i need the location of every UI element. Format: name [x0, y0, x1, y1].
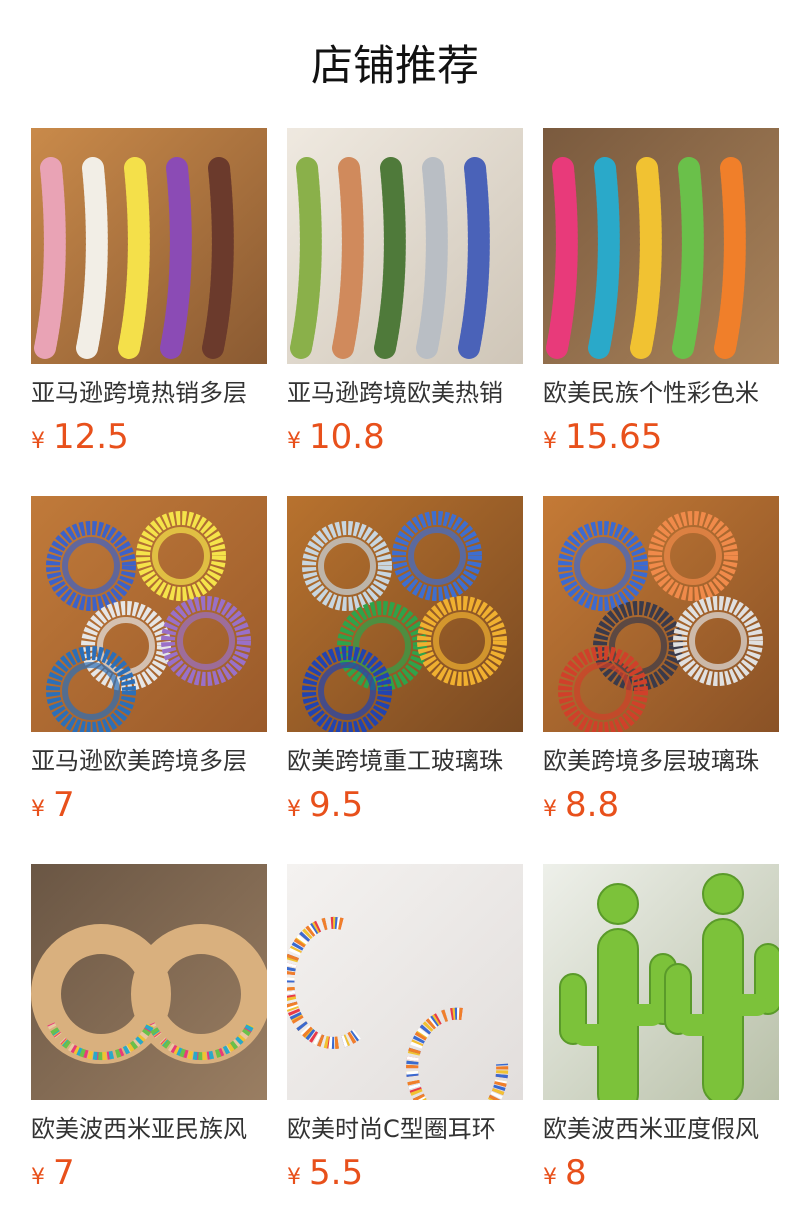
product-name[interactable]: 欧美民族个性彩色米: [543, 376, 779, 410]
product-card[interactable]: 欧美跨境多层玻璃珠 ¥8.8: [543, 496, 780, 836]
colorful-seed-bead-necklace-photo[interactable]: [543, 128, 779, 364]
currency-symbol: ¥: [287, 429, 301, 454]
currency-symbol: ¥: [31, 1165, 45, 1190]
price-value: 8: [565, 1153, 587, 1193]
price-value: 12.5: [53, 417, 129, 457]
product-price: ¥9.5: [287, 782, 363, 828]
multilayer-glass-bead-bracelets-photo[interactable]: [543, 496, 779, 732]
product-name[interactable]: 欧美波西米亚度假风: [543, 1112, 779, 1146]
product-card[interactable]: 亚马逊跨境欧美热销 ¥10.8: [287, 128, 524, 468]
product-price: ¥8: [543, 1150, 587, 1196]
product-card[interactable]: 亚马逊跨境热销多层 ¥12.5: [31, 128, 268, 468]
glass-bead-bracelets-on-table-photo[interactable]: [287, 496, 523, 732]
price-value: 7: [53, 785, 75, 825]
product-name[interactable]: 欧美时尚C型圈耳环: [287, 1112, 523, 1146]
product-card[interactable]: 欧美民族个性彩色米 ¥15.65: [543, 128, 780, 468]
product-card[interactable]: 欧美波西米亚民族风 ¥7: [31, 864, 268, 1204]
bohemian-hoop-earrings-on-wood-photo[interactable]: [31, 864, 267, 1100]
page-title: 店铺推荐: [310, 41, 479, 90]
price-value: 7: [53, 1153, 75, 1193]
c-hoop-bead-earrings-photo[interactable]: [287, 864, 523, 1100]
currency-symbol: ¥: [31, 797, 45, 822]
price-value: 8.8: [565, 785, 620, 825]
product-card[interactable]: 欧美波西米亚度假风 ¥8: [543, 864, 780, 1204]
product-price: ¥10.8: [287, 414, 385, 460]
product-name[interactable]: 亚马逊欧美跨境多层: [31, 744, 267, 778]
product-card[interactable]: 欧美时尚C型圈耳环 ¥5.5: [287, 864, 524, 1204]
currency-symbol: ¥: [287, 1165, 301, 1190]
price-value: 5.5: [309, 1153, 364, 1193]
product-price: ¥8.8: [543, 782, 619, 828]
green-and-blue-bead-necklaces-with-hat-photo[interactable]: [287, 128, 523, 364]
currency-symbol: ¥: [287, 797, 301, 822]
product-name[interactable]: 欧美波西米亚民族风: [31, 1112, 267, 1146]
product-name[interactable]: 亚马逊跨境欧美热销: [287, 376, 523, 410]
product-price: ¥15.65: [543, 414, 662, 460]
price-value: 9.5: [309, 785, 364, 825]
recommended-products-grid: 亚马逊跨境热销多层 ¥12.5 亚马逊跨境欧美热销 ¥10.8 欧美民族个性彩色…: [31, 128, 790, 1232]
green-cactus-bead-earrings-photo[interactable]: [543, 864, 779, 1100]
currency-symbol: ¥: [543, 429, 557, 454]
product-name[interactable]: 欧美跨境多层玻璃珠: [543, 744, 779, 778]
price-value: 15.65: [565, 417, 663, 457]
product-name[interactable]: 欧美跨境重工玻璃珠: [287, 744, 523, 778]
wrap-bracelets-on-table-photo[interactable]: [31, 496, 267, 732]
currency-symbol: ¥: [543, 797, 557, 822]
product-price: ¥5.5: [287, 1150, 363, 1196]
currency-symbol: ¥: [543, 1165, 557, 1190]
product-price: ¥12.5: [31, 414, 129, 460]
product-price: ¥7: [31, 782, 75, 828]
currency-symbol: ¥: [31, 429, 45, 454]
product-card[interactable]: 欧美跨境重工玻璃珠 ¥9.5: [287, 496, 524, 836]
product-name[interactable]: 亚马逊跨境热销多层: [31, 376, 267, 410]
product-price: ¥7: [31, 1150, 75, 1196]
layered-seed-bead-necklaces-photo[interactable]: [31, 128, 267, 364]
price-value: 10.8: [309, 417, 385, 457]
product-card[interactable]: 亚马逊欧美跨境多层 ¥7: [31, 496, 268, 836]
